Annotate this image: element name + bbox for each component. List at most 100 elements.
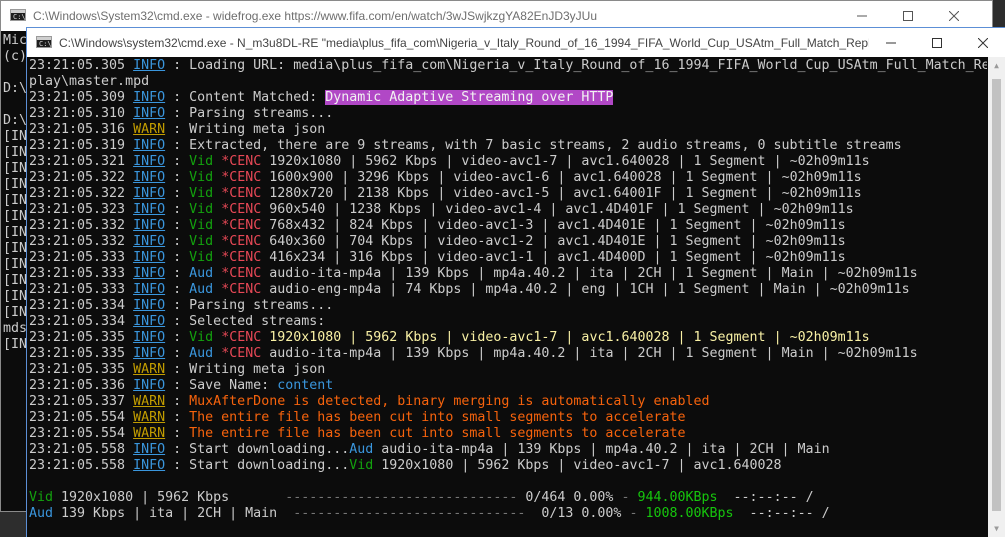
log-line: 23:21:05.334 INFO : Parsing streams...	[29, 298, 987, 314]
info-level: INFO	[133, 458, 166, 473]
timestamp: 23:21:05.554	[29, 426, 134, 441]
back-console-line	[3, 97, 27, 113]
log-text: : Save Name:	[165, 378, 278, 393]
back-console-line: D:\	[3, 113, 28, 128]
back-console-line	[3, 65, 27, 81]
info-level: INFO	[133, 90, 166, 105]
log-text: play\master.mpd	[29, 74, 150, 89]
info-level: INFO	[133, 282, 166, 297]
log-line: 23:21:05.323 INFO : Vid *CENC 960x540 | …	[29, 202, 987, 218]
scroll-down-icon[interactable]: ▼	[988, 520, 1005, 537]
log-text: :	[165, 426, 190, 441]
vid-tag: Vid	[189, 330, 214, 345]
maximize-button[interactable]	[914, 28, 960, 58]
back-console-line: [IN	[3, 241, 28, 256]
back-console-line: [IN	[3, 209, 28, 224]
warning-text: The entire file has been cut into small …	[189, 426, 686, 441]
maximize-icon	[932, 38, 942, 48]
front-console-window[interactable]: C:\ C:\Windows\system32\cmd.exe - N_m3u8…	[26, 27, 1005, 537]
log-line: 23:21:05.309 INFO : Content Matched: Dyn…	[29, 90, 987, 106]
log-line: 23:21:05.321 INFO : Vid *CENC 1920x1080 …	[29, 154, 987, 170]
log-line: 23:21:05.333 INFO : Aud *CENC audio-eng-…	[29, 282, 987, 298]
back-console-line: [IN	[3, 273, 28, 288]
log-text: :	[165, 170, 190, 185]
cenc-tag: *CENC	[221, 282, 262, 297]
console-output[interactable]: 23:21:05.305 INFO : Loading URL: media\p…	[29, 58, 987, 537]
timestamp: 23:21:05.333	[29, 250, 134, 265]
back-console-line: (c)	[3, 49, 28, 64]
log-text: : Loading URL: media\plus_fifa_com\Niger…	[165, 58, 987, 73]
info-level: INFO	[133, 218, 166, 233]
log-text: : Writing meta json	[165, 362, 326, 377]
log-text: :	[165, 266, 190, 281]
info-level: INFO	[133, 58, 166, 73]
log-text: --:--:-- /	[717, 490, 814, 505]
log-text: :	[165, 330, 190, 345]
info-level: INFO	[133, 330, 166, 345]
timestamp: 23:21:05.310	[29, 106, 134, 121]
scroll-up-icon[interactable]: ▲	[988, 57, 1005, 74]
log-text: : Selected streams:	[165, 314, 326, 329]
warn-level: WARN	[133, 410, 166, 425]
log-text: 139 Kbps | ita | 2CH | Main	[53, 506, 294, 521]
back-console-line: [IN	[3, 225, 28, 240]
log-text: --:--:-- /	[733, 506, 830, 521]
vid-tag: Vid	[189, 234, 214, 249]
minimize-button[interactable]	[868, 28, 914, 58]
timestamp: 23:21:05.321	[29, 154, 134, 169]
timestamp: 23:21:05.323	[29, 202, 134, 217]
close-button[interactable]	[960, 28, 1005, 58]
aud-tag: Aud	[189, 282, 214, 297]
cenc-tag: *CENC	[221, 250, 262, 265]
log-text: :	[165, 218, 190, 233]
log-line: 23:21:05.554 WARN : The entire file has …	[29, 426, 987, 442]
scrollbar-thumb[interactable]	[992, 79, 1001, 511]
timestamp: 23:21:05.319	[29, 138, 134, 153]
log-line: 23:21:05.316 WARN : Writing meta json	[29, 122, 987, 138]
aud-tag: Aud	[189, 346, 214, 361]
log-line: 23:21:05.558 INFO : Start downloading...…	[29, 458, 987, 474]
vid-tag: Vid	[189, 218, 214, 233]
log-text: : Extracted, there are 9 streams, with 7…	[165, 138, 902, 153]
timestamp: 23:21:05.335	[29, 362, 134, 377]
info-level: INFO	[133, 186, 166, 201]
aud-tag: Aud	[189, 266, 214, 281]
log-text: : Start downloading...	[165, 458, 350, 473]
warn-level: WARN	[133, 122, 166, 137]
log-text: 1920x1080 | 5962 Kbps | video-avc1-7 | a…	[373, 458, 782, 473]
back-window-title: C:\Windows\System32\cmd.exe - widefrog.e…	[33, 9, 597, 23]
log-text: 416x234 | 316 Kbps | video-avc1-1 | avc1…	[261, 250, 846, 265]
log-line: 23:21:05.322 INFO : Vid *CENC 1280x720 |…	[29, 186, 987, 202]
minimize-icon	[886, 42, 896, 44]
info-level: INFO	[133, 266, 166, 281]
log-text: audio-ita-mp4a | 139 Kbps | mp4a.40.2 | …	[261, 266, 918, 281]
log-text: 0/13 0.00%	[525, 506, 630, 521]
log-line: 23:21:05.335 WARN : Writing meta json	[29, 362, 987, 378]
timestamp: 23:21:05.333	[29, 282, 134, 297]
info-level: INFO	[133, 314, 166, 329]
log-text: :	[165, 282, 190, 297]
log-line: 23:21:05.305 INFO : Loading URL: media\p…	[29, 58, 987, 74]
vertical-scrollbar[interactable]: ▲ ▼	[988, 57, 1005, 537]
log-line: 23:21:05.336 INFO : Save Name: content	[29, 378, 987, 394]
log-line: play\master.mpd	[29, 74, 987, 90]
close-icon	[949, 11, 959, 21]
warn-level: WARN	[133, 394, 166, 409]
progress-bar: -----------------------------	[293, 506, 526, 521]
timestamp: 23:21:05.332	[29, 234, 134, 249]
front-window-titlebar[interactable]: C:\ C:\Windows\system32\cmd.exe - N_m3u8…	[27, 28, 1005, 57]
info-level: INFO	[133, 378, 166, 393]
vid-tag: Vid	[189, 186, 214, 201]
back-console-line: D:\	[3, 81, 28, 96]
log-text: :	[165, 394, 190, 409]
warning-text: MuxAfterDone is detected, binary merging…	[189, 394, 710, 409]
timestamp: 23:21:05.332	[29, 218, 134, 233]
cenc-tag: *CENC	[221, 234, 262, 249]
aud-tag: Aud	[349, 442, 374, 457]
